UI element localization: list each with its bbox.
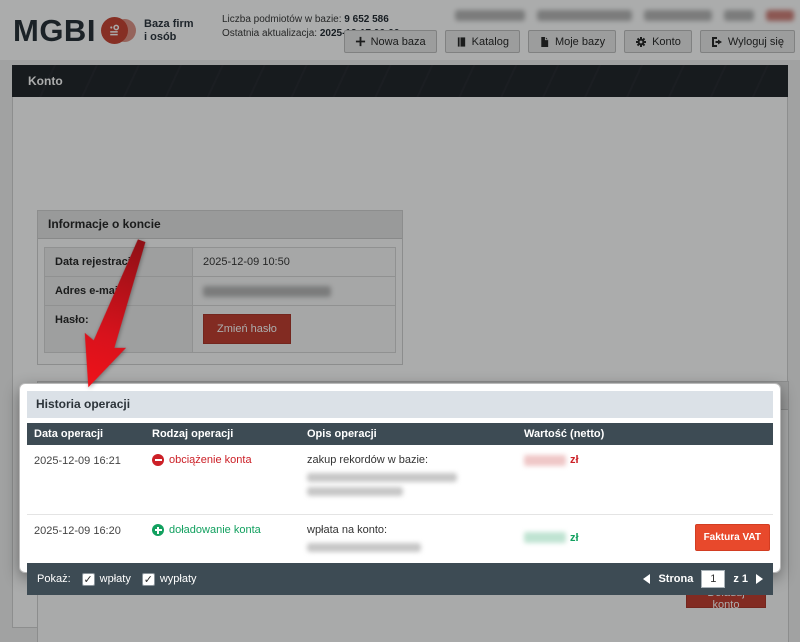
invoice-button[interactable]: Faktura VAT [695, 524, 770, 551]
operation-date: 2025-12-09 16:21 [27, 454, 152, 467]
page-label: Strona [658, 573, 693, 585]
checkbox-checked-icon[interactable]: ✓ [82, 573, 95, 586]
history-panel: Historia operacji Data operacji Rodzaj o… [20, 384, 780, 572]
redacted-description [307, 473, 524, 496]
operation-type: obciążenie konta [152, 454, 307, 466]
page-of-label: z 1 [733, 573, 748, 585]
history-title: Historia operacji [27, 391, 773, 418]
filter-deposits[interactable]: ✓ wpłaty [82, 573, 131, 586]
operation-date: 2025-12-09 16:20 [27, 524, 152, 537]
redacted-amount [524, 532, 566, 543]
page: MGBI Baza firm i osób Liczba podmiotów w… [0, 0, 800, 642]
operation-value: zł [524, 454, 773, 466]
show-label: Pokaż: [37, 573, 71, 585]
history-table-header: Data operacji Rodzaj operacji Opis opera… [27, 423, 773, 445]
page-number-input[interactable] [701, 570, 725, 588]
column-type: Rodzaj operacji [152, 428, 307, 440]
operation-description: zakup rekordów w bazie: [307, 454, 524, 466]
history-row-credit: 2025-12-09 16:20 doładowanie konta wpłat… [27, 515, 773, 564]
column-date: Data operacji [27, 428, 152, 440]
operation-value: zł [524, 524, 579, 551]
column-value: Wartość (netto) [524, 428, 773, 440]
redacted-amount [524, 455, 566, 466]
operation-type: doładowanie konta [152, 524, 307, 536]
plus-circle-icon [152, 524, 164, 536]
pagination: Strona z 1 [643, 570, 763, 588]
prev-page-icon[interactable] [643, 574, 650, 584]
operation-description: wpłata na konto: [307, 524, 524, 536]
checkbox-checked-icon[interactable]: ✓ [142, 573, 155, 586]
redacted-description [307, 543, 524, 552]
history-footer: Pokaż: ✓ wpłaty ✓ wypłaty Strona z 1 [27, 563, 773, 595]
next-page-icon[interactable] [756, 574, 763, 584]
minus-circle-icon [152, 454, 164, 466]
filter-withdrawals[interactable]: ✓ wypłaty [142, 573, 197, 586]
column-description: Opis operacji [307, 428, 524, 440]
history-row-debit: 2025-12-09 16:21 obciążenie konta zakup … [27, 445, 773, 515]
